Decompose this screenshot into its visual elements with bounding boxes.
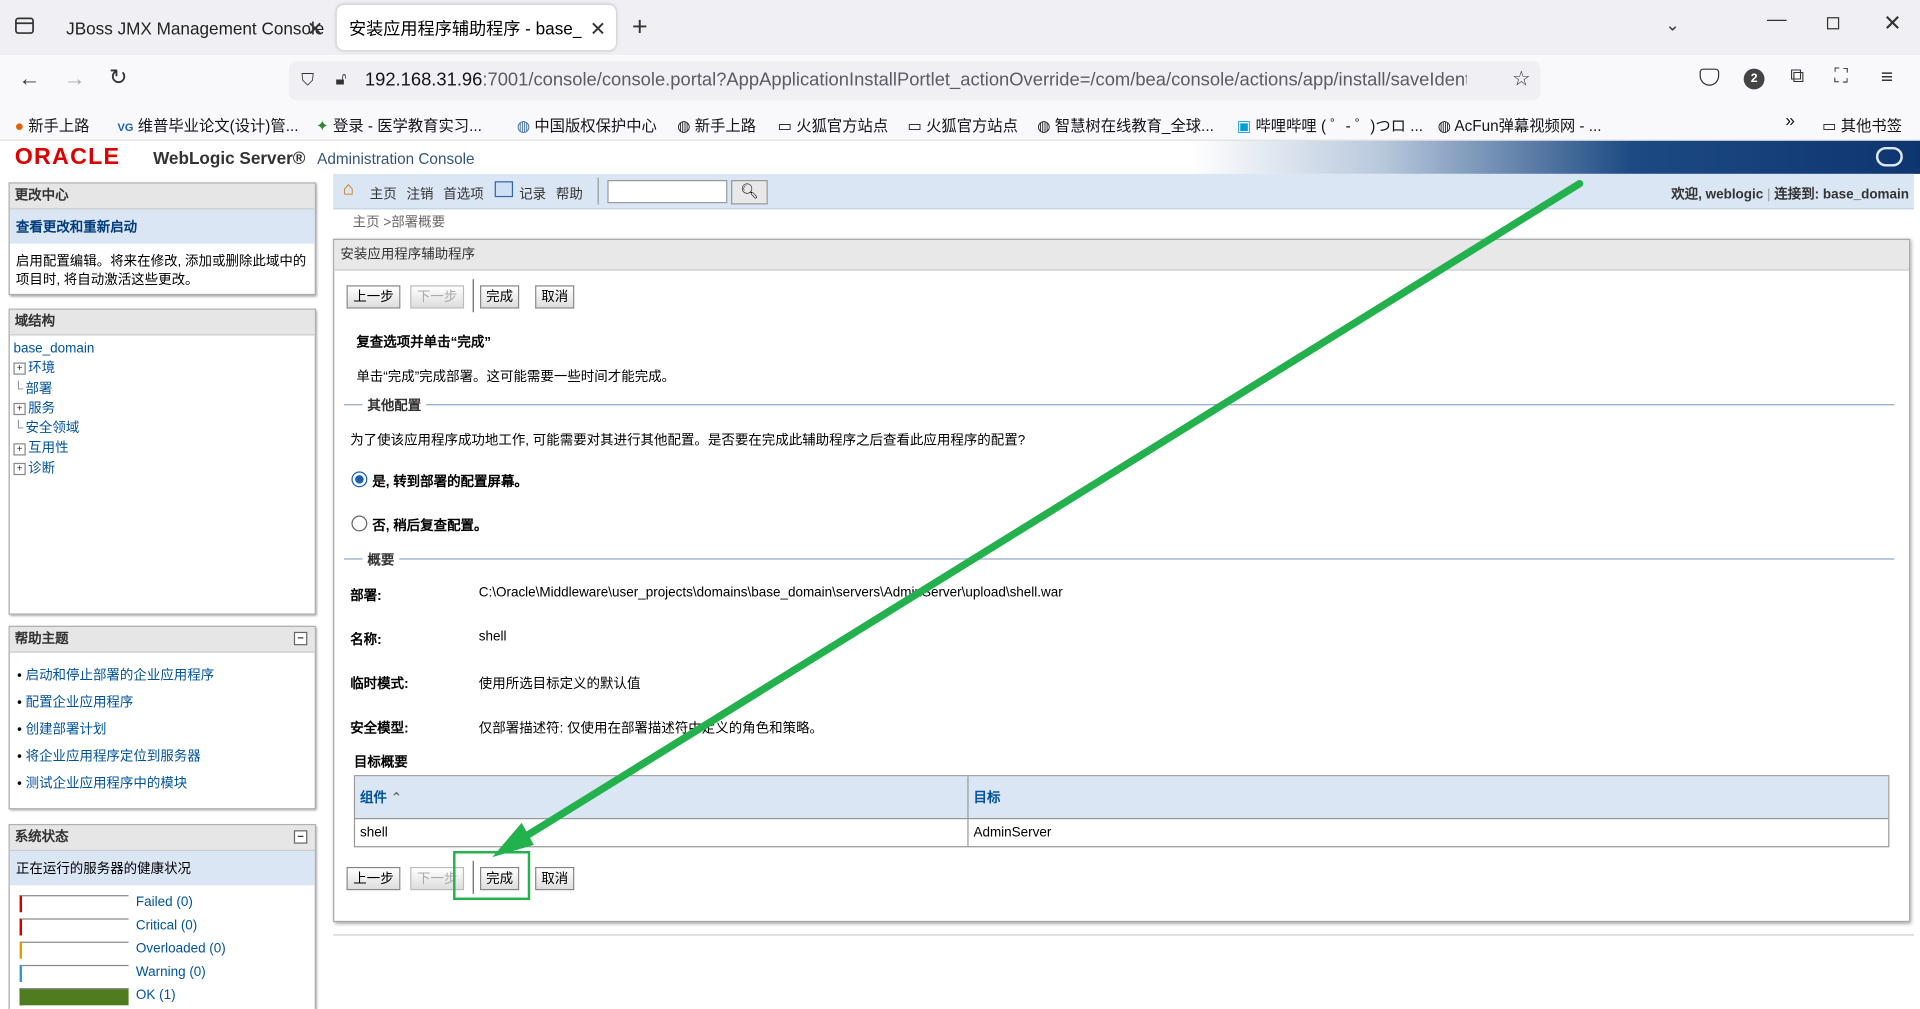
screen: JBoss JMX Management Console ✕ 安装应用程序辅助程… <box>0 0 1920 1009</box>
annotation-arrow <box>492 180 1584 858</box>
